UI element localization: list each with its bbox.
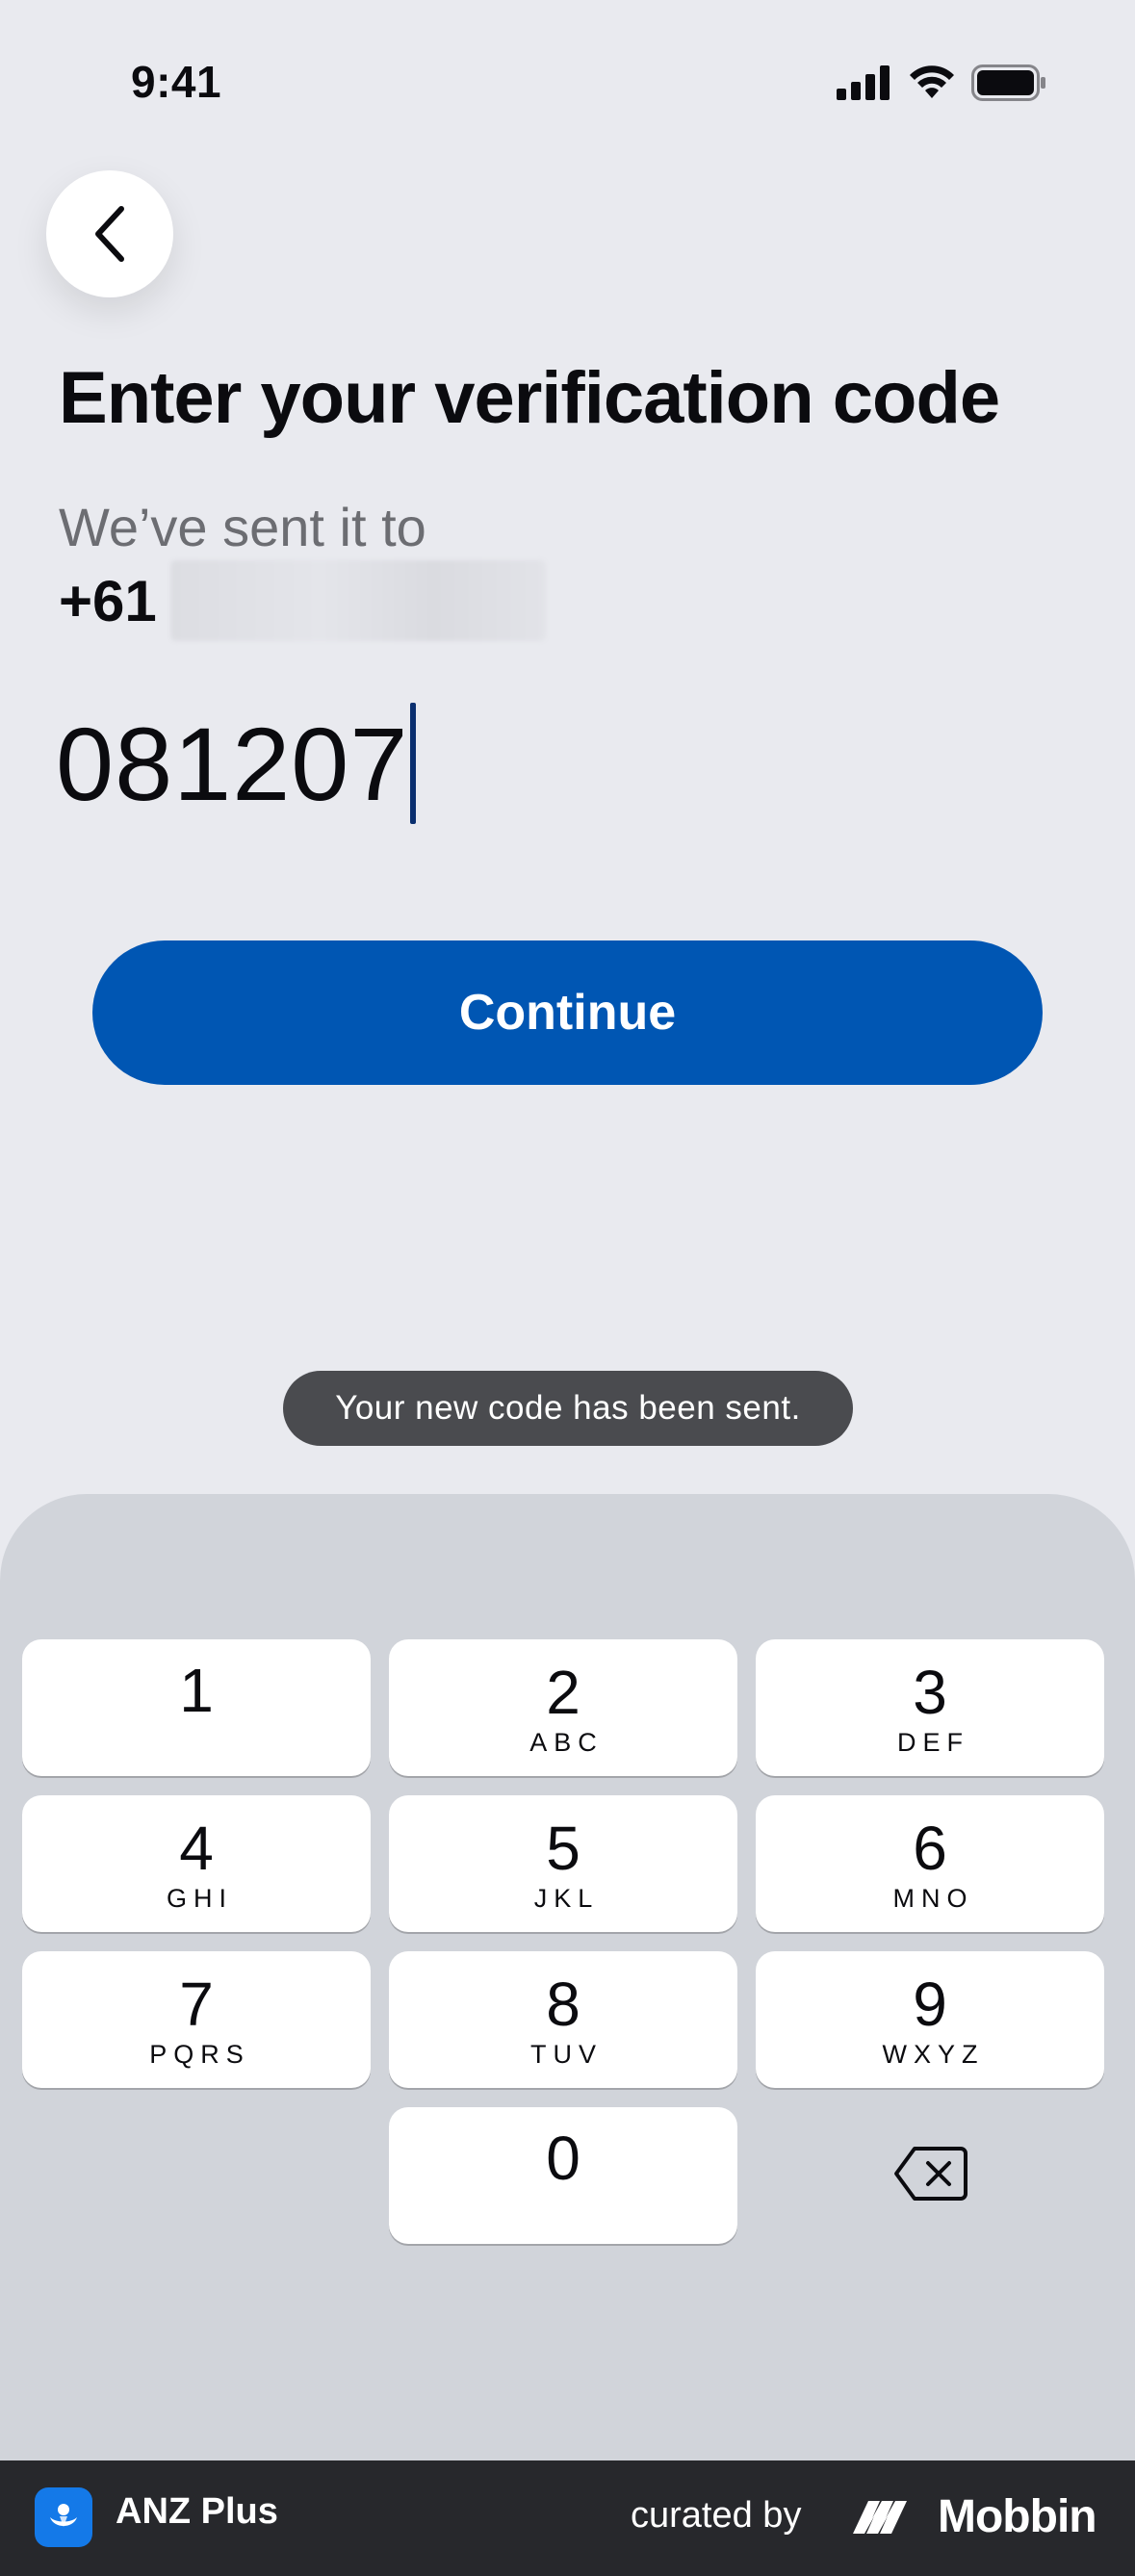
wifi-icon — [910, 65, 954, 98]
key-digit: 3 — [913, 1657, 947, 1727]
battery-icon — [971, 64, 1045, 101]
key-1[interactable]: 1 — [22, 1639, 371, 1776]
key-7[interactable]: 7 PQRS — [22, 1951, 371, 2088]
key-0[interactable]: 0 — [389, 2107, 737, 2244]
sent-to-label: We’ve sent it to — [59, 497, 426, 557]
text-cursor — [410, 703, 417, 824]
key-letters: JKL — [533, 1883, 600, 1913]
mobbin-wordmark: Mobbin — [938, 2490, 1097, 2542]
delete-key[interactable] — [893, 2145, 968, 2202]
app-name: ANZ Plus — [116, 2491, 278, 2532]
mobbin-brand: Mobbin — [851, 2489, 1097, 2543]
verification-code-input[interactable]: 081207 — [56, 701, 417, 826]
phone-number: +61 — [59, 560, 546, 641]
continue-button[interactable]: Continue — [92, 940, 1043, 1085]
key-letters: ABC — [529, 1727, 604, 1757]
chevron-left-icon — [95, 206, 124, 262]
key-letters: MNO — [892, 1883, 974, 1913]
key-letters: WXYZ — [882, 2039, 985, 2069]
verification-code-value[interactable]: 081207 — [56, 704, 408, 824]
key-letters: GHI — [166, 1883, 233, 1913]
key-digit: 9 — [913, 1969, 947, 2039]
anz-logo-icon — [50, 2504, 77, 2527]
mobbin-logo-icon — [853, 2501, 907, 2534]
key-9[interactable]: 9 WXYZ — [756, 1951, 1104, 2088]
key-2[interactable]: 2 ABC — [389, 1639, 737, 1776]
phone-number-redacted — [169, 560, 546, 641]
cellular-signal-icon — [837, 65, 890, 100]
key-digit: 0 — [546, 2124, 580, 2193]
key-digit: 4 — [179, 1813, 214, 1883]
key-4[interactable]: 4 GHI — [22, 1795, 371, 1932]
back-button[interactable] — [46, 170, 173, 297]
key-digit: 2 — [546, 1657, 580, 1727]
key-digit: 8 — [546, 1969, 580, 2039]
key-8[interactable]: 8 TUV — [389, 1951, 737, 2088]
key-3[interactable]: 3 DEF — [756, 1639, 1104, 1776]
status-icons — [837, 64, 1046, 102]
backspace-icon — [894, 2147, 967, 2201]
footer-bar: ANZ Plus curated by Mobbin — [0, 2460, 1135, 2576]
key-letters: DEF — [897, 1727, 969, 1757]
key-digit: 7 — [179, 1969, 214, 2039]
status-bar: 9:41 — [0, 0, 1135, 164]
page-title: Enter your verification code — [59, 357, 1000, 439]
phone-prefix: +61 — [59, 568, 157, 633]
curated-by-label: curated by — [631, 2495, 802, 2536]
key-letters: TUV — [530, 2039, 603, 2069]
key-6[interactable]: 6 MNO — [756, 1795, 1104, 1932]
status-time: 9:41 — [131, 57, 222, 107]
toast-message: Your new code has been sent. — [283, 1371, 853, 1446]
app-logo — [35, 2487, 92, 2547]
key-digit: 5 — [546, 1813, 580, 1883]
key-letters: PQRS — [149, 2039, 250, 2069]
key-digit: 1 — [179, 1656, 214, 1725]
key-digit: 6 — [913, 1813, 947, 1883]
key-5[interactable]: 5 JKL — [389, 1795, 737, 1932]
